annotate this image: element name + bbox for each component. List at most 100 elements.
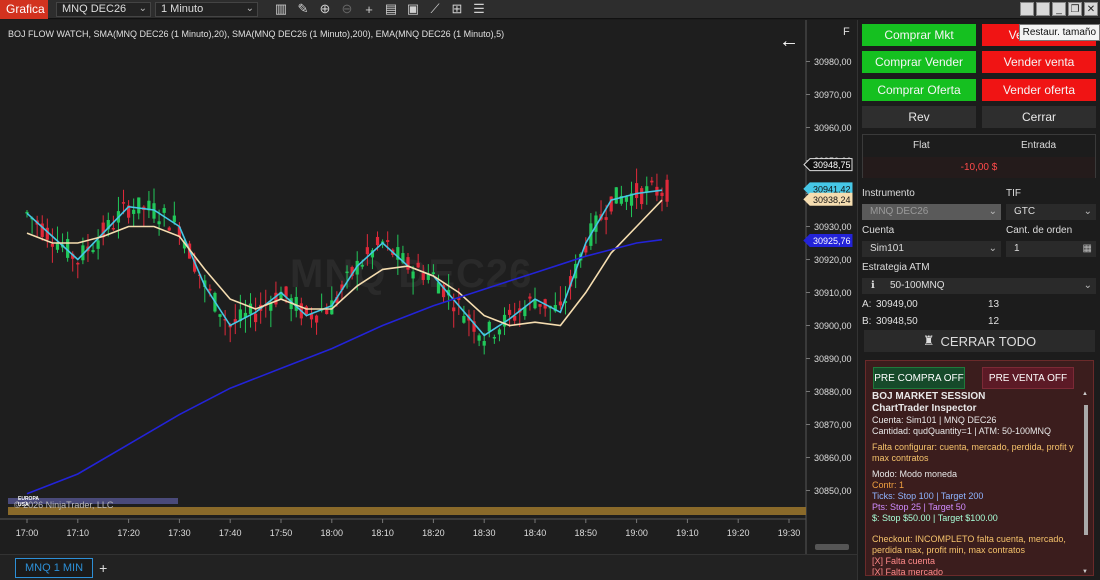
candle-body [167, 227, 171, 231]
y-tick-label: 30960,00 [814, 123, 852, 133]
order-qty-field[interactable]: 1 ▦ [1006, 241, 1096, 257]
properties-icon[interactable]: ▤ [380, 1, 402, 17]
candle-body [375, 236, 380, 246]
candle-body [508, 309, 512, 315]
sell-offer-button[interactable]: Vender oferta [982, 79, 1096, 101]
y-tick-label: 30910,00 [814, 288, 852, 298]
position-box: Flat Entrada -10,00 $ [862, 134, 1096, 178]
price-chart[interactable]: MNQ DEC26 30980,0030970,0030960,0030950,… [0, 20, 857, 554]
data-box-icon[interactable]: ☰ [468, 1, 490, 17]
scroll-thumb[interactable] [1084, 405, 1088, 535]
close-all-button[interactable]: ♜ CERRAR TODO [864, 330, 1095, 352]
f-label[interactable]: F [843, 26, 850, 38]
pre-buy-toggle[interactable]: PRE COMPRA OFF [873, 367, 965, 389]
inspector-contracts: Contr: 1 [872, 480, 905, 490]
tif-select[interactable]: GTC ⌄ [1006, 204, 1096, 220]
chevron-down-icon: ⌄ [988, 243, 997, 254]
instrument-label: Instrumento [862, 188, 915, 199]
arrow-left-icon[interactable]: ← [779, 30, 799, 53]
candle-body [111, 227, 115, 230]
scroll-down-icon[interactable]: ▼ [1082, 569, 1088, 575]
zoom-out-icon[interactable]: ⊖ [336, 1, 358, 17]
inspector-ticks: Ticks: Stop 100 | Target 200 [872, 491, 984, 501]
instrument-select[interactable]: MNQ DEC26 ⌄ [56, 1, 151, 17]
minimize-icon[interactable]: _ [1052, 2, 1066, 16]
candle-body [640, 188, 644, 205]
close-icon[interactable]: ✕ [1084, 2, 1098, 16]
chevron-down-icon: ⌄ [988, 206, 997, 217]
zoom-in-icon[interactable]: ⊕ [314, 1, 336, 17]
candle-body [650, 180, 654, 183]
link-icon[interactable] [1020, 2, 1034, 16]
reverse-button[interactable]: Rev [862, 106, 976, 128]
x-tick-label: 18:40 [524, 528, 547, 538]
x-tick-label: 18:20 [422, 528, 445, 538]
session-label-usa: USA [18, 502, 29, 508]
account-select[interactable]: Sim101 ⌄ [862, 241, 1001, 257]
info-icon[interactable]: ℹ [871, 278, 875, 294]
inspector-quantity-line: Cantidad: qudQuantity=1 | ATM: 50-100MNQ [872, 426, 1052, 436]
buy-offer-button[interactable]: Comprar Oferta [862, 79, 976, 101]
buy-market-button[interactable]: Comprar Mkt [862, 24, 976, 46]
chevron-down-icon: ⌄ [138, 2, 147, 14]
x-tick-label: 19:10 [676, 528, 699, 538]
strategies-icon[interactable]: ⟋ [424, 1, 446, 17]
candle-body [462, 316, 466, 323]
keypad-icon[interactable]: ▦ [1083, 241, 1092, 257]
session-label: EUROPA USA [18, 496, 39, 508]
atm-strategy-label: Estrategia ATM [862, 262, 930, 273]
chart-trader-icon[interactable]: ⊞ [446, 1, 468, 17]
tif-label: TIF [1006, 188, 1021, 199]
close-all-label: CERRAR TODO [940, 333, 1037, 349]
pre-sell-toggle[interactable]: PRE VENTA OFF [982, 367, 1074, 389]
buy-sell-button[interactable]: Comprar Vender [862, 51, 976, 73]
add-tab-button[interactable]: + [99, 560, 107, 576]
y-tick-label: 30850,00 [814, 486, 852, 496]
inspector-mode: Modo: Modo moneda [872, 469, 958, 479]
x-tick-label: 17:40 [219, 528, 242, 538]
instrument-field[interactable]: MNQ DEC26 ⌄ [862, 204, 1001, 220]
atm-strategy-value: 50-100MNQ [890, 280, 945, 291]
sell-sell-button[interactable]: Vender venta [982, 51, 1096, 73]
x-tick-label: 17:30 [168, 528, 191, 538]
x-tick-label: 17:50 [270, 528, 293, 538]
candle-body [497, 329, 502, 335]
atm-strategy-select[interactable]: ℹ 50-100MNQ ⌄ [862, 278, 1096, 294]
y-tick-label: 30920,00 [814, 255, 852, 265]
inspector-text: BOJ MARKET SESSION ChartTrader Inspector… [872, 391, 1077, 575]
candle-body [558, 301, 562, 306]
interval-select[interactable]: 1 Minuto ⌄ [155, 1, 258, 17]
x-tick-label: 18:30 [473, 528, 496, 538]
chart-canvas[interactable]: 30980,0030970,0030960,0030950,0030940,00… [0, 20, 857, 554]
inspector-subtitle: ChartTrader Inspector [872, 403, 977, 414]
pin-icon[interactable] [1036, 2, 1050, 16]
tif-select-value: GTC [1014, 206, 1036, 217]
candle-body [604, 217, 608, 220]
y-tick-label: 30970,00 [814, 90, 852, 100]
bottom-tab-bar: MNQ 1 MIN + [0, 554, 857, 580]
indicators-icon[interactable]: ▣ [402, 1, 424, 17]
pencil-icon[interactable]: ✎ [292, 1, 314, 17]
candle-body [132, 209, 136, 214]
app-tab[interactable]: Grafica [0, 0, 48, 19]
candle-body [96, 240, 100, 249]
scroll-up-icon[interactable]: ▲ [1082, 391, 1088, 397]
tab-mnq-1-min[interactable]: MNQ 1 MIN [15, 557, 94, 578]
chart-trader-panel: Comprar Mkt Vender Mkt Comprar Vender Ve… [857, 20, 1100, 580]
close-position-button[interactable]: Cerrar [982, 106, 1096, 128]
crosshair-icon[interactable]: + [358, 2, 380, 17]
y-tick-label: 30930,00 [814, 222, 852, 232]
candle-body [431, 272, 435, 275]
restore-icon[interactable]: ❐ [1068, 2, 1082, 16]
candle-body [635, 183, 639, 199]
horizontal-scroll-thumb [815, 544, 849, 550]
candle-body [411, 271, 415, 279]
candle-body [533, 300, 537, 309]
bar-chart-icon[interactable]: ▥ [270, 1, 292, 17]
chevron-down-icon: ⌄ [1083, 280, 1092, 291]
candle-body [137, 197, 141, 214]
inspector-dollars: $: Stop $50.00 | Target $100.00 [872, 513, 998, 523]
inspector-warning: Falta configurar: cuenta, mercado, perdi… [872, 442, 1074, 463]
inspector-scrollbar[interactable]: ▲ ▼ [1082, 391, 1090, 575]
chart-window: Grafica MNQ DEC26 ⌄ 1 Minuto ⌄ ▥ ✎ ⊕ ⊖ +… [0, 0, 1100, 580]
